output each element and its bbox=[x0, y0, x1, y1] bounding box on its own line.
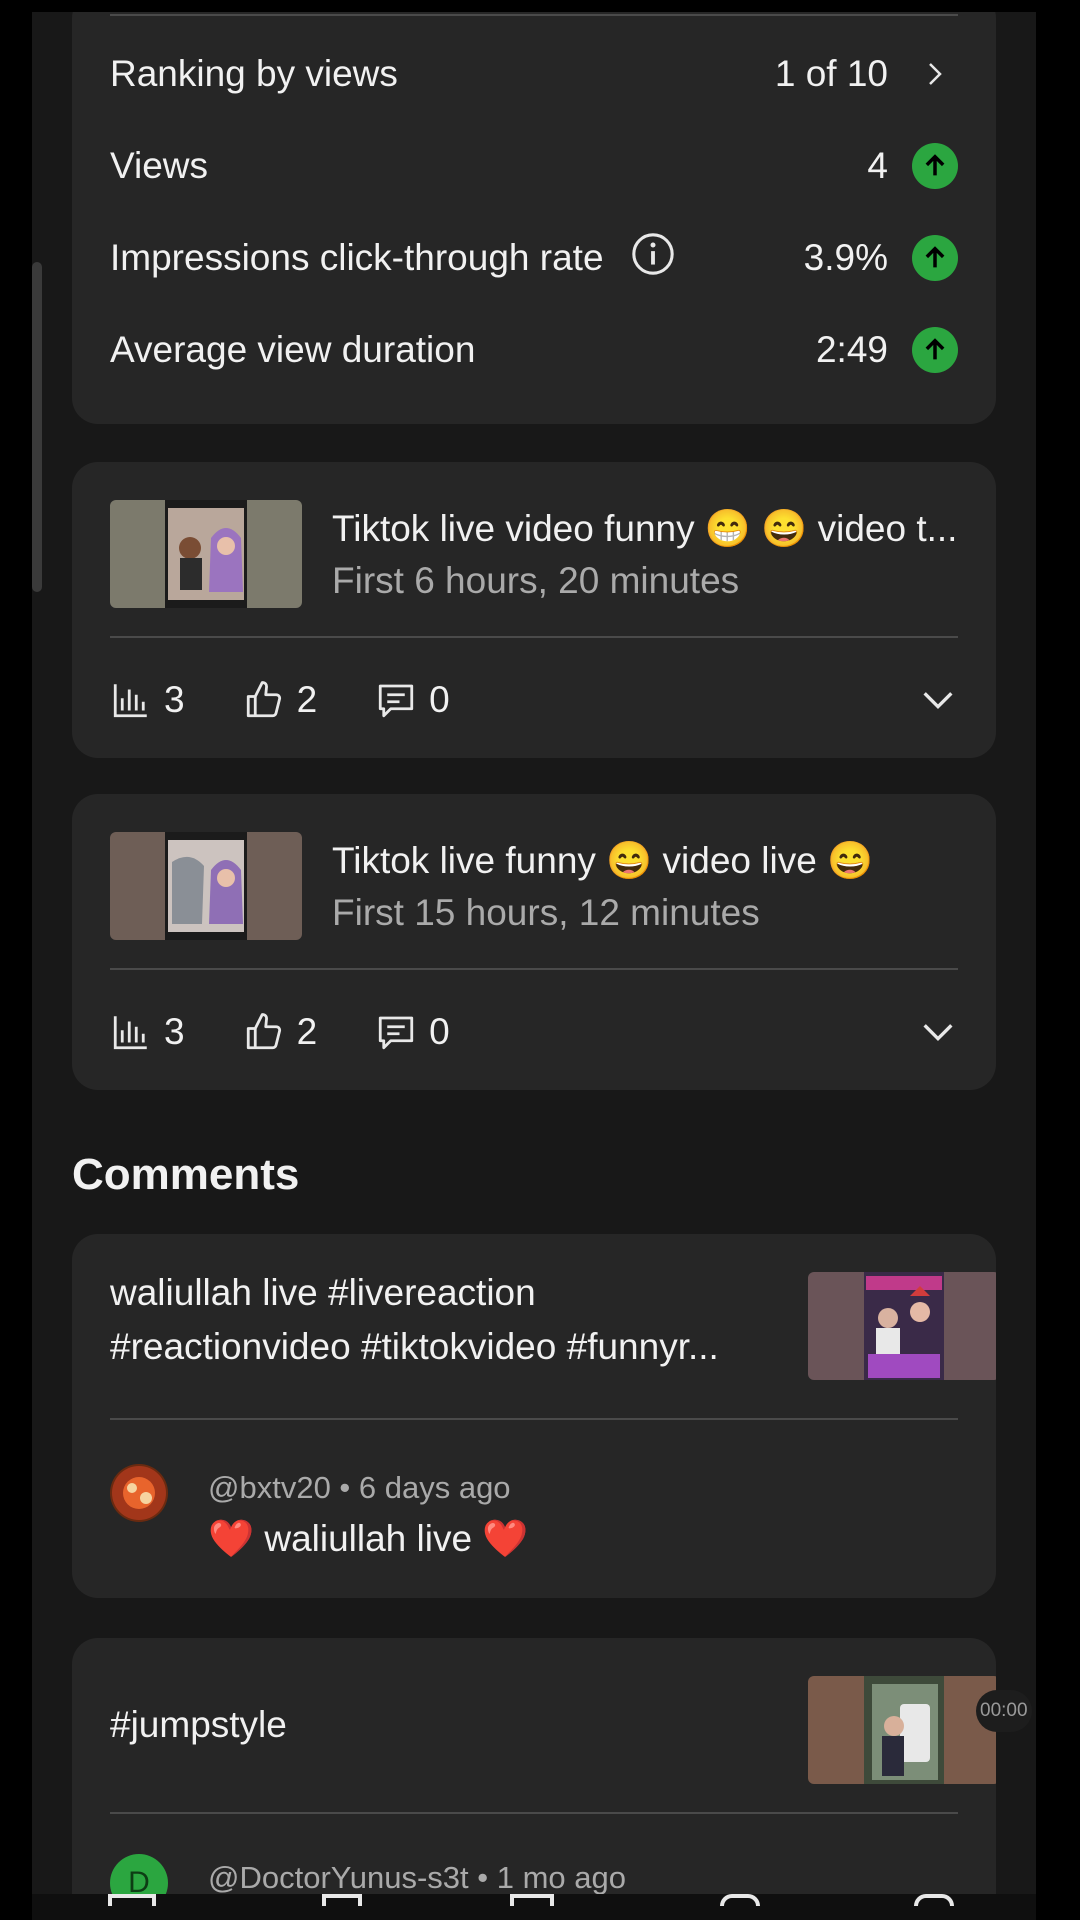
comments-heading: Comments bbox=[72, 1150, 300, 1199]
comment-icon bbox=[379, 1016, 414, 1050]
analytics-icon[interactable] bbox=[510, 1894, 554, 1906]
video-thumbnail[interactable] bbox=[110, 832, 302, 940]
avatar[interactable] bbox=[110, 1464, 168, 1522]
bottom-nav-bar bbox=[32, 1894, 1036, 1920]
comment-card[interactable]: #jumpstyle D @DoctorYunus-s3t • 1 mo ago bbox=[72, 1638, 996, 1894]
comment-video-title-line2: #reactionvideo #tiktokvideo #funnyr... bbox=[110, 1326, 719, 1367]
video-card[interactable]: Tiktok live funny 😄 video live 😄 First 1… bbox=[72, 794, 996, 1090]
likes-count: 2 bbox=[296, 1011, 318, 1052]
likes-stat: 2 bbox=[243, 679, 318, 721]
comments-stat: 0 bbox=[375, 679, 450, 721]
comment-icon bbox=[379, 684, 414, 718]
earn-icon[interactable] bbox=[914, 1894, 954, 1906]
video-stats: 3 2 0 bbox=[110, 1004, 958, 1060]
comment-video-title[interactable]: waliullah live #livereaction #reactionvi… bbox=[110, 1266, 750, 1374]
comment-meta: @bxtv20 • 6 days ago bbox=[208, 1470, 511, 1505]
views-value: 4 bbox=[867, 145, 888, 186]
views-stat: 3 bbox=[110, 1011, 185, 1053]
views-stat: 3 bbox=[110, 679, 185, 721]
avatar-letter: D bbox=[128, 1866, 150, 1894]
video-card[interactable]: Tiktok live video funny 😁 😄 video t... F… bbox=[72, 462, 996, 758]
video-subtitle: First 15 hours, 12 minutes bbox=[332, 892, 760, 933]
bar-chart-icon bbox=[113, 1016, 147, 1050]
avatar[interactable]: D bbox=[110, 1854, 168, 1894]
card-divider bbox=[110, 1418, 958, 1420]
comment-video-title[interactable]: #jumpstyle bbox=[110, 1698, 750, 1752]
comments-stat: 0 bbox=[375, 1011, 450, 1053]
views-row: Views 4 bbox=[110, 136, 958, 196]
views-count: 3 bbox=[164, 1011, 185, 1052]
info-icon[interactable] bbox=[630, 231, 676, 286]
comment-video-title-line1: waliullah live #livereaction bbox=[110, 1272, 536, 1313]
chevron-down-icon[interactable] bbox=[918, 1012, 958, 1052]
card-divider bbox=[110, 1812, 958, 1814]
avg-duration-label: Average view duration bbox=[110, 329, 476, 370]
video-stats: 3 2 0 bbox=[110, 672, 958, 728]
comment-text: ❤️ waliullah live ❤️ bbox=[208, 1518, 529, 1559]
ctr-value: 3.9% bbox=[803, 237, 888, 278]
views-label: Views bbox=[110, 145, 209, 186]
card-divider bbox=[110, 968, 958, 970]
video-title[interactable]: Tiktok live video funny 😁 😄 video t... bbox=[332, 508, 958, 551]
ranking-value: 1 of 10 bbox=[774, 53, 888, 94]
arrow-up-icon bbox=[912, 143, 958, 189]
comment-meta: @DoctorYunus-s3t • 1 mo ago bbox=[208, 1860, 626, 1894]
chevron-down-icon[interactable] bbox=[918, 680, 958, 720]
recording-timer: 00:00 bbox=[976, 1690, 1032, 1732]
thumbs-up-icon bbox=[246, 681, 281, 718]
arrow-up-icon bbox=[912, 327, 958, 373]
comments-count: 0 bbox=[429, 679, 450, 720]
comment-card[interactable]: waliullah live #livereaction #reactionvi… bbox=[72, 1234, 996, 1598]
metrics-card: Ranking by views 1 of 10 Views 4 Impress… bbox=[72, 12, 996, 424]
scroll-indicator[interactable] bbox=[32, 262, 42, 592]
ranking-row[interactable]: Ranking by views 1 of 10 bbox=[110, 44, 958, 104]
likes-stat: 2 bbox=[243, 1011, 318, 1053]
comments-count: 0 bbox=[429, 1011, 450, 1052]
bar-chart-icon bbox=[113, 684, 147, 718]
arrow-up-icon bbox=[912, 235, 958, 281]
ctr-row: Impressions click-through rate 3.9% bbox=[110, 228, 958, 288]
video-title[interactable]: Tiktok live funny 😄 video live 😄 bbox=[332, 840, 958, 883]
video-thumbnail[interactable] bbox=[808, 1676, 996, 1784]
card-divider bbox=[110, 636, 958, 638]
comments-nav-icon[interactable] bbox=[720, 1894, 760, 1906]
avg-duration-row: Average view duration 2:49 bbox=[110, 320, 958, 380]
chevron-right-icon[interactable] bbox=[912, 51, 958, 97]
home-icon[interactable] bbox=[108, 1894, 156, 1906]
video-thumbnail[interactable] bbox=[110, 500, 302, 608]
video-subtitle: First 6 hours, 20 minutes bbox=[332, 560, 740, 601]
avg-duration-value: 2:49 bbox=[815, 329, 888, 370]
analytics-screen: Ranking by views 1 of 10 Views 4 Impress… bbox=[32, 12, 1036, 1894]
content-icon[interactable] bbox=[322, 1894, 362, 1906]
likes-count: 2 bbox=[296, 679, 318, 720]
thumbs-up-icon bbox=[246, 1013, 281, 1050]
video-thumbnail[interactable] bbox=[808, 1272, 996, 1380]
ranking-label: Ranking by views bbox=[110, 53, 398, 94]
card-divider bbox=[110, 14, 958, 16]
views-count: 3 bbox=[164, 679, 185, 720]
ctr-label: Impressions click-through rate bbox=[110, 237, 604, 278]
